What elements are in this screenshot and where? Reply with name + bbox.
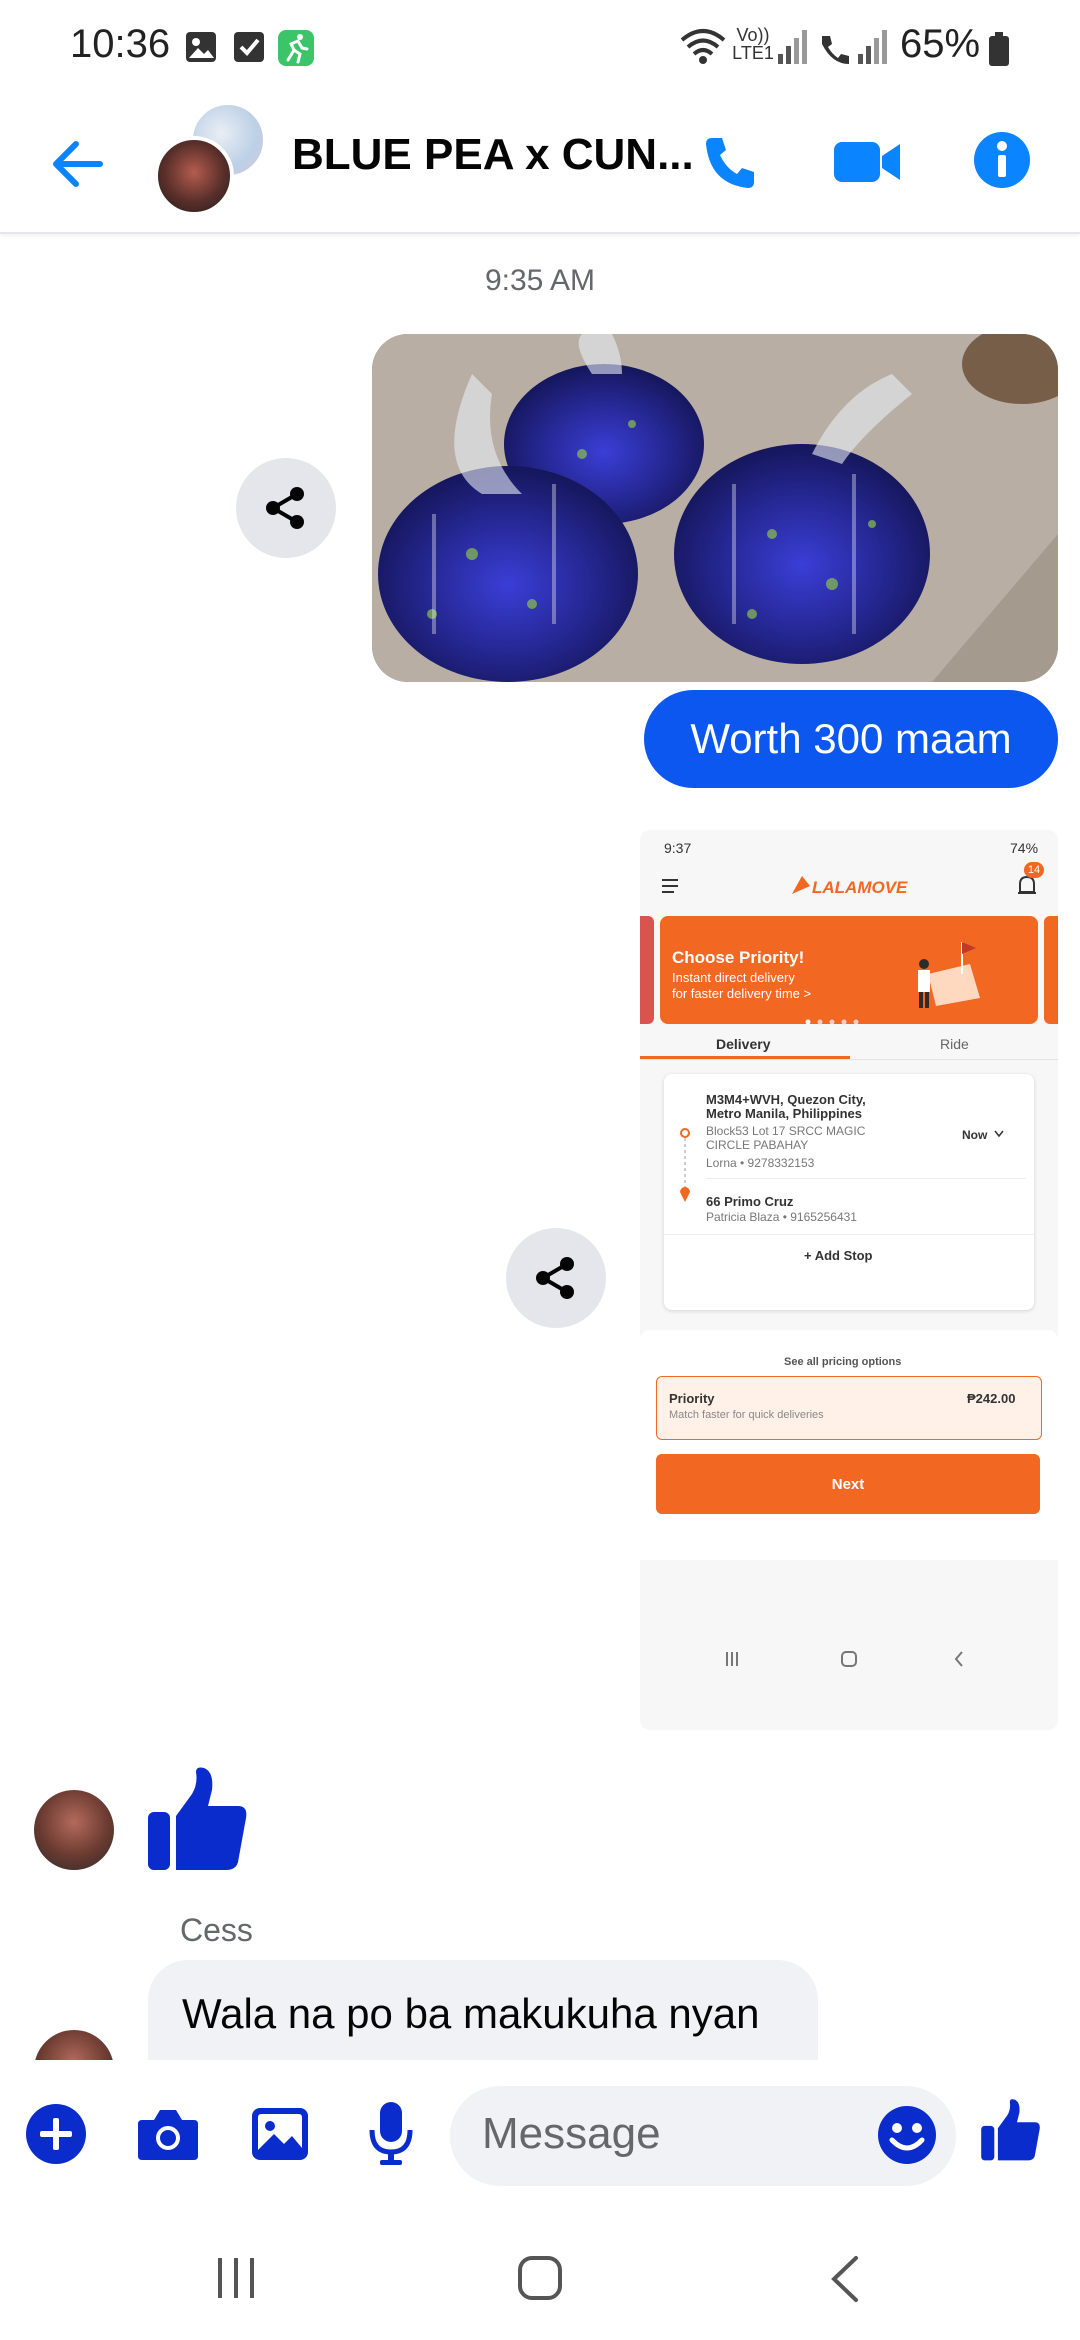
ss-pickup-detail2: CIRCLE PABAHAY: [706, 1138, 809, 1152]
status-bar: 10:36 Vo)) LTE1 65%: [0, 0, 1080, 96]
sender-name: Cess: [180, 1912, 253, 1948]
ss-pricing-sheet: See all pricing options Priority Match f…: [640, 1330, 1058, 1560]
ss-status-battery: 74%: [1010, 840, 1039, 856]
checkbox-icon: [232, 30, 266, 64]
ss-bell-icon: [1016, 874, 1038, 903]
gallery-icon: [184, 30, 218, 64]
emoji-button[interactable]: [876, 2104, 938, 2171]
gallery-button[interactable]: [250, 2104, 310, 2169]
ss-banner-illustration: [918, 942, 980, 1008]
ss-tab-delivery: Delivery: [716, 1036, 771, 1052]
wifi-icon: [680, 28, 726, 71]
ss-dropoff: 66 Primo Cruz: [706, 1194, 794, 1209]
ss-menu-icon: [662, 878, 680, 899]
ss-banner: Choose Priority! Instant direct delivery…: [660, 916, 1038, 1025]
ss-banner-prev: [640, 916, 654, 1024]
ss-next-button: Next: [656, 1454, 1040, 1514]
microphone-icon: [369, 2102, 413, 2165]
video-call-icon[interactable]: [832, 136, 902, 193]
ss-banner-title: Choose Priority!: [672, 948, 805, 967]
image-icon: [252, 2108, 308, 2160]
battery-percent: 65%: [900, 22, 981, 66]
ss-when: Now: [962, 1128, 988, 1142]
ss-pickup-detail1: Block53 Lot 17 SRCC MAGIC: [706, 1124, 866, 1138]
ss-priority-label: Priority: [669, 1391, 715, 1406]
butterfly-pea-photo: [372, 334, 1058, 682]
ss-priority-price: ₱242.00: [967, 1391, 1016, 1406]
outgoing-message-text: Worth 300 maam: [690, 715, 1012, 762]
ss-see-all: See all pricing options: [784, 1356, 902, 1368]
ss-pickup-contact: Lorna • 9278332153: [706, 1156, 815, 1170]
battery-icon: [988, 32, 1010, 71]
status-time: 10:36: [70, 22, 171, 66]
outgoing-message-bubble[interactable]: Worth 300 maam: [644, 690, 1058, 788]
ss-banner-next: [1044, 916, 1058, 1024]
wifi-call-icon: [816, 30, 856, 71]
like-button[interactable]: [980, 2098, 1042, 2167]
plus-icon: [26, 2104, 86, 2164]
message-composer: [0, 2060, 1080, 2210]
ss-add-stop: + Add Stop: [804, 1248, 873, 1263]
ss-lalamove-logo-icon: [790, 874, 812, 901]
ss-route-line-icon: [680, 1128, 690, 1202]
contact-avatar[interactable]: [34, 1790, 114, 1870]
ss-brand: LALAMOVE: [812, 878, 908, 897]
signal-icon-1: [778, 30, 808, 69]
camera-icon: [138, 2110, 198, 2160]
chat-title[interactable]: BLUE PEA x CUN...: [292, 130, 694, 180]
fitness-app-icon: [278, 30, 314, 66]
time-divider: 9:35 AM: [484, 264, 596, 297]
signal-icon-2: [858, 30, 888, 69]
system-nav-bar: [0, 2210, 1080, 2340]
thumbs-up-sticker-icon[interactable]: [146, 1766, 250, 1877]
phone-call-icon[interactable]: [700, 132, 760, 197]
ss-tab-divider: [640, 1059, 1058, 1060]
ss-card-divider-2: [664, 1234, 1034, 1235]
emoji-icon: [878, 2106, 936, 2164]
message-input[interactable]: [480, 2108, 864, 2160]
share-button[interactable]: [236, 458, 336, 558]
share-button-2[interactable]: [506, 1228, 606, 1328]
add-button[interactable]: [24, 2102, 88, 2171]
back-button[interactable]: [826, 2254, 862, 2309]
ss-pickup-line1: M3M4+WVH, Quezon City,: [706, 1092, 866, 1107]
ss-banner-dots: [804, 1012, 864, 1025]
back-icon: [831, 2256, 858, 2302]
ss-status-time: 9:37: [664, 840, 692, 856]
ss-route-card: M3M4+WVH, Quezon City, Metro Manila, Phi…: [664, 1074, 1034, 1310]
ss-next-label: Next: [831, 1475, 865, 1493]
back-arrow-icon[interactable]: [50, 136, 106, 197]
recents-icon: [218, 2258, 254, 2298]
message-input-container[interactable]: [450, 2086, 956, 2186]
ss-tab-ride: Ride: [940, 1036, 969, 1052]
share-icon: [536, 1257, 574, 1299]
ss-banner-sub: Instant direct delivery for faster deliv…: [672, 970, 812, 1001]
ss-chevron-down-icon: [994, 1130, 1004, 1138]
group-avatar[interactable]: [154, 102, 270, 216]
ss-notification-badge: 14: [1024, 862, 1044, 878]
ss-nav-bar: [640, 1630, 1058, 1690]
ss-card-divider: [706, 1178, 1026, 1179]
home-icon: [518, 2256, 562, 2300]
chat-header: BLUE PEA x CUN...: [0, 96, 1080, 234]
ss-pickup-line2: Metro Manila, Philippines: [706, 1106, 863, 1121]
share-icon: [266, 487, 304, 529]
thumbs-up-icon: [981, 2099, 1040, 2161]
photo-message[interactable]: [372, 334, 1058, 682]
ss-dropoff-contact: Patricia Blaza • 9165256431: [706, 1210, 857, 1224]
camera-button[interactable]: [136, 2106, 200, 2167]
voice-button[interactable]: [368, 2100, 414, 2171]
recents-button[interactable]: [214, 2256, 260, 2305]
lte-label: Vo)) LTE1: [732, 25, 774, 63]
home-button[interactable]: [516, 2254, 564, 2307]
shared-screenshot[interactable]: 9:37 74% LALAMOVE 14 Choose Priority! In…: [640, 830, 1058, 1730]
info-icon[interactable]: [972, 130, 1032, 195]
ss-priority-sub: Match faster for quick deliveries: [669, 1409, 824, 1421]
ss-priority-option: Priority Match faster for quick deliveri…: [656, 1376, 1042, 1440]
